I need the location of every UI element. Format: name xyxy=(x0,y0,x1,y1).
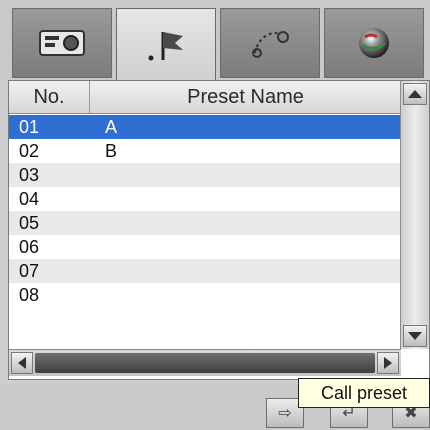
color-ball-icon xyxy=(359,28,389,58)
cell-no: 08 xyxy=(19,284,40,305)
table-rows: 01 A 02 B 03 04 05 06 07 08 xyxy=(9,115,401,307)
cell-no: 03 xyxy=(19,164,40,185)
preset-table: No. Preset Name 01 A 02 B 03 04 05 06 07 xyxy=(8,80,430,380)
table-row[interactable]: 08 xyxy=(9,283,401,307)
cell-no: 04 xyxy=(19,188,40,209)
call-arrow-icon: ⇨ xyxy=(278,405,292,422)
preset-flag-icon xyxy=(148,31,183,60)
scroll-left-button[interactable] xyxy=(11,352,33,374)
table-row[interactable]: 07 xyxy=(9,259,401,283)
scroll-up-button[interactable] xyxy=(403,83,427,105)
table-row[interactable]: 06 xyxy=(9,235,401,259)
cell-no: 06 xyxy=(19,236,40,257)
scroll-right-button[interactable] xyxy=(377,352,399,374)
cell-preset-name: A xyxy=(105,116,118,137)
tab-bar xyxy=(0,0,430,82)
arrow-down-icon xyxy=(408,332,422,340)
table-row[interactable]: 04 xyxy=(9,187,401,211)
column-header-preset-name[interactable]: Preset Name xyxy=(90,86,401,109)
arrow-left-icon xyxy=(18,357,26,369)
arrow-up-icon xyxy=(408,90,422,98)
vertical-scrollbar[interactable] xyxy=(400,81,429,349)
tab-camera-settings[interactable] xyxy=(12,8,112,78)
horizontal-scrollbar[interactable] xyxy=(9,349,401,376)
table-row[interactable]: 01 A xyxy=(9,115,401,139)
table-row[interactable]: 02 B xyxy=(9,139,401,163)
tab-patterns[interactable] xyxy=(220,8,320,78)
pattern-path-icon xyxy=(252,31,289,58)
tab-color[interactable] xyxy=(324,8,424,78)
tooltip: Call preset xyxy=(298,378,430,408)
tab-presets[interactable] xyxy=(116,8,216,82)
table-header: No. Preset Name xyxy=(9,81,401,114)
arrow-right-icon xyxy=(384,357,392,369)
table-row[interactable]: 05 xyxy=(9,211,401,235)
cell-no: 07 xyxy=(19,260,40,281)
table-row[interactable]: 03 xyxy=(9,163,401,187)
horizontal-scroll-thumb[interactable] xyxy=(35,353,375,373)
camera-settings-icon xyxy=(39,30,85,56)
cell-no: 02 xyxy=(19,140,40,161)
column-header-no[interactable]: No. xyxy=(9,81,90,113)
scroll-down-button[interactable] xyxy=(403,325,427,347)
cell-no: 01 xyxy=(19,116,40,137)
cell-no: 05 xyxy=(19,212,40,233)
cell-preset-name: B xyxy=(105,140,118,161)
